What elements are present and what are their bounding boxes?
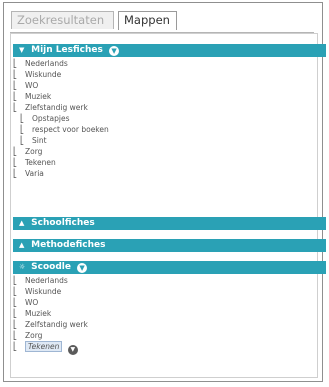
- folder-icon: ⎣: [13, 309, 17, 318]
- dropdown-icon[interactable]: ▼: [77, 263, 88, 273]
- folder-icon: ⎣: [13, 331, 17, 340]
- folder-icon: ⎣: [13, 287, 17, 296]
- folder-label: Tekenen: [25, 158, 56, 167]
- folder-label: Zorg: [25, 331, 43, 340]
- folder-item-muziek[interactable]: ⎣ Muziek: [13, 91, 109, 102]
- section-methodefiches-header[interactable]: ▲ Methodefiches: [13, 239, 326, 252]
- folder-label: respect voor boeken: [32, 125, 109, 134]
- folder-label-selected[interactable]: Tekenen: [25, 341, 63, 352]
- folder-item-sint[interactable]: ⎣ Sint: [13, 135, 109, 146]
- section-schoolfiches-header[interactable]: ▲ Schoolfiches: [13, 217, 326, 230]
- folder-label: Varia: [25, 169, 44, 178]
- expand-arrow-icon[interactable]: ▲: [19, 239, 28, 252]
- folder-icon: ⎣: [20, 114, 24, 123]
- folder-icon: ⎣: [13, 81, 17, 90]
- folder-icon: ⎣: [13, 298, 17, 307]
- folder-open-icon: ⎣: [13, 103, 17, 112]
- folder-icon: ⎣: [13, 147, 17, 156]
- folder-label: Muziek: [25, 309, 52, 318]
- folder-icon: ⎣: [20, 136, 24, 145]
- folder-label: Wiskunde: [25, 70, 62, 79]
- folder-label: Zorg: [25, 147, 43, 156]
- folder-item-wiskunde[interactable]: ⎣ Wiskunde: [13, 286, 88, 297]
- folder-item-wiskunde[interactable]: ⎣ Wiskunde: [13, 69, 109, 80]
- folder-icon: ⎣: [13, 342, 17, 351]
- folder-label: Sint: [32, 136, 47, 145]
- folder-icon: ⎣: [13, 59, 17, 68]
- folder-item-nederlands[interactable]: ⎣ Nederlands: [13, 58, 109, 69]
- folder-icon: ⎣: [13, 70, 17, 79]
- folder-item-respect-voor-boeken[interactable]: ⎣ respect voor boeken: [13, 124, 109, 135]
- folder-item-tekenen[interactable]: ⎣ Tekenen ▼: [13, 341, 88, 355]
- section-title: Mijn Lesfiches: [31, 45, 103, 55]
- folder-item-nederlands[interactable]: ⎣ Nederlands: [13, 275, 88, 286]
- collapse-arrow-icon[interactable]: ▼: [19, 44, 28, 57]
- tab-bar: Zoekresultaten Mappen: [4, 5, 322, 33]
- folder-label: WO: [25, 81, 39, 90]
- dropdown-icon[interactable]: ▼: [67, 345, 78, 355]
- section-mijn-lesfiches-header[interactable]: ▼ Mijn Lesfiches ▼: [13, 44, 326, 57]
- folder-item-zelfstandig-werk[interactable]: ⎣ Zlefstandig werk: [13, 102, 109, 113]
- folder-item-muziek[interactable]: ⎣ Muziek: [13, 308, 88, 319]
- folder-icon: ⎣: [13, 158, 17, 167]
- folder-item-wo[interactable]: ⎣ WO: [13, 297, 88, 308]
- folder-item-tekenen[interactable]: ⎣ Tekenen: [13, 157, 109, 168]
- folder-item-varia[interactable]: ⎣ Varia: [13, 168, 109, 179]
- folder-open-icon: ⎣: [13, 169, 17, 178]
- folder-icon: ⎣: [20, 125, 24, 134]
- folder-label: Nederlands: [25, 59, 68, 68]
- folder-label: Zelfstandig werk: [25, 320, 88, 329]
- section-title: Scoodle: [31, 262, 71, 272]
- section-title: Schoolfiches: [31, 218, 95, 228]
- folder-label: Zlefstandig werk: [25, 103, 88, 112]
- expand-arrow-icon[interactable]: ▲: [19, 217, 28, 230]
- folder-item-opstapjes[interactable]: ⎣ Opstapjes: [13, 113, 109, 124]
- dropdown-icon[interactable]: ▼: [109, 46, 120, 56]
- mijn-lesfiches-list: ⎣ Nederlands ⎣ Wiskunde ⎣ WO ⎣ Muziek ⎣ …: [13, 58, 109, 179]
- folder-item-wo[interactable]: ⎣ WO: [13, 80, 109, 91]
- folder-panel: Zoekresultaten Mappen ▼ Mijn Lesfiches ▼…: [3, 2, 326, 382]
- folder-icon: ⎣: [13, 320, 17, 329]
- folder-label: Opstapjes: [32, 114, 70, 123]
- folder-icon: ⎣: [13, 92, 17, 101]
- tab-zoekresultaten[interactable]: Zoekresultaten: [11, 11, 114, 29]
- folder-item-zelfstandig-werk[interactable]: ⎣ Zelfstandig werk: [13, 319, 88, 330]
- section-title: Methodefiches: [31, 240, 106, 250]
- folder-label: Nederlands: [25, 276, 68, 285]
- folder-label: WO: [25, 298, 39, 307]
- scoodle-logo-icon: ☼: [19, 263, 26, 271]
- folder-item-zorg[interactable]: ⎣ Zorg: [13, 146, 109, 157]
- folder-icon: ⎣: [13, 276, 17, 285]
- scoodle-list: ⎣ Nederlands ⎣ Wiskunde ⎣ WO ⎣ Muziek ⎣ …: [13, 275, 88, 355]
- folder-tree: ▼ Mijn Lesfiches ▼ ⎣ Nederlands ⎣ Wiskun…: [10, 33, 326, 378]
- folder-item-zorg[interactable]: ⎣ Zorg: [13, 330, 88, 341]
- folder-label: Muziek: [25, 92, 52, 101]
- tab-mappen[interactable]: Mappen: [118, 11, 177, 30]
- folder-label: Wiskunde: [25, 287, 62, 296]
- section-scoodle-header[interactable]: ☼ Scoodle ▼: [13, 261, 326, 274]
